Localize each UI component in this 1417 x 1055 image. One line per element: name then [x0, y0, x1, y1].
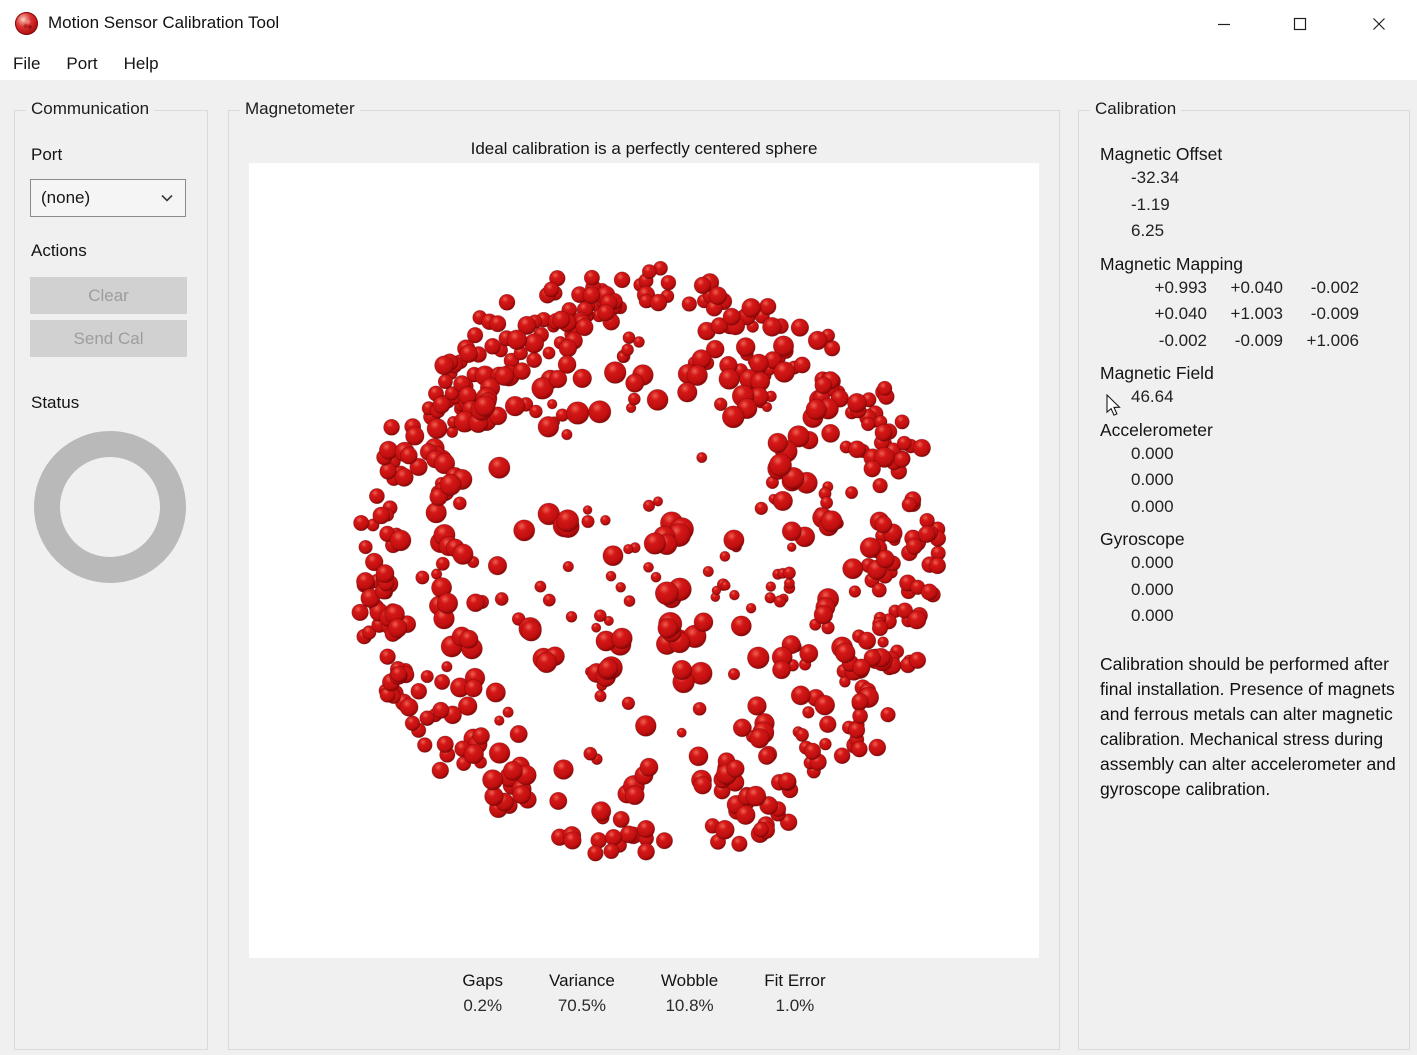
stat-wobble-value: 10.8% — [665, 996, 713, 1016]
accelerometer-y: 0.000 — [1131, 467, 1395, 494]
menu-help[interactable]: Help — [124, 52, 159, 76]
calibration-group: Calibration Magnetic Offset -32.34 -1.19… — [1078, 110, 1410, 1050]
app-icon — [15, 12, 38, 35]
stat-wobble-label: Wobble — [661, 971, 718, 991]
chevron-down-icon — [160, 193, 185, 203]
status-label: Status — [31, 393, 79, 413]
accelerometer-z: 0.000 — [1131, 494, 1395, 521]
sphere-quality-stats: Gaps 0.2% Variance 70.5% Wobble 10.8% Fi… — [249, 971, 1039, 1016]
port-select[interactable]: (none) — [30, 179, 186, 217]
menu-file[interactable]: File — [13, 52, 40, 76]
magnetometer-group: Magnetometer Ideal calibration is a perf… — [228, 110, 1060, 1050]
magnetic-mapping-label: Magnetic Mapping — [1100, 254, 1395, 275]
window-title: Motion Sensor Calibration Tool — [48, 13, 279, 33]
matrix-row: -0.002 -0.009 +1.006 — [1131, 328, 1395, 355]
stat-variance-label: Variance — [549, 971, 615, 991]
communication-group-title: Communication — [26, 99, 154, 119]
accelerometer-x: 0.000 — [1131, 441, 1395, 468]
matrix-cell: -0.009 — [1207, 328, 1283, 355]
matrix-row: +0.040 +1.003 -0.009 — [1131, 301, 1395, 328]
matrix-cell: -0.009 — [1283, 301, 1359, 328]
close-icon — [1371, 16, 1387, 32]
accelerometer-label: Accelerometer — [1100, 420, 1395, 441]
menu-bar: File Port Help — [0, 47, 1417, 80]
magnetic-offset-x: -32.34 — [1131, 165, 1395, 192]
close-button[interactable] — [1366, 11, 1392, 37]
minimize-button[interactable] — [1211, 11, 1237, 37]
matrix-cell: +0.993 — [1131, 275, 1207, 302]
magnetic-field-value: 46.64 — [1131, 384, 1395, 411]
magnetic-offset-y: -1.19 — [1131, 192, 1395, 219]
matrix-row: +0.993 +0.040 -0.002 — [1131, 275, 1395, 302]
port-label: Port — [31, 145, 62, 165]
matrix-cell: +1.006 — [1283, 328, 1359, 355]
calibration-readouts: Magnetic Offset -32.34 -1.19 6.25 Magnet… — [1100, 135, 1395, 802]
stat-fit-error: Fit Error 1.0% — [764, 971, 825, 1016]
menu-port[interactable]: Port — [66, 52, 97, 76]
matrix-cell: -0.002 — [1283, 275, 1359, 302]
stat-wobble: Wobble 10.8% — [661, 971, 718, 1016]
port-select-value: (none) — [31, 188, 160, 208]
magnetic-field-values: 46.64 — [1131, 384, 1395, 411]
magnetic-offset-label: Magnetic Offset — [1100, 144, 1395, 165]
status-ring-indicator — [34, 431, 186, 583]
gyroscope-z: 0.000 — [1131, 603, 1395, 630]
magnetometer-caption: Ideal calibration is a perfectly centere… — [229, 139, 1059, 159]
stat-gaps: Gaps 0.2% — [462, 971, 503, 1016]
matrix-cell: +0.040 — [1131, 301, 1207, 328]
app-window: Motion Sensor Calibration Tool File Port… — [0, 0, 1417, 1055]
matrix-cell: +0.040 — [1207, 275, 1283, 302]
stat-gaps-value: 0.2% — [463, 996, 502, 1016]
title-bar: Motion Sensor Calibration Tool — [0, 0, 1417, 47]
stat-fit-error-label: Fit Error — [764, 971, 825, 991]
accelerometer-values: 0.000 0.000 0.000 — [1131, 441, 1395, 521]
magnetometer-3d-view[interactable] — [249, 163, 1039, 958]
maximize-button[interactable] — [1287, 11, 1313, 37]
matrix-cell: -0.002 — [1131, 328, 1207, 355]
magnetic-mapping-matrix: +0.993 +0.040 -0.002 +0.040 +1.003 -0.00… — [1131, 275, 1395, 355]
gyroscope-x: 0.000 — [1131, 550, 1395, 577]
stat-gaps-label: Gaps — [462, 971, 503, 991]
gyroscope-y: 0.000 — [1131, 577, 1395, 604]
communication-group: Communication Port (none) Actions Clear … — [14, 110, 208, 1050]
stat-variance: Variance 70.5% — [549, 971, 615, 1016]
gyroscope-values: 0.000 0.000 0.000 — [1131, 550, 1395, 630]
magnetic-field-label: Magnetic Field — [1100, 363, 1395, 384]
actions-label: Actions — [31, 241, 87, 261]
gyroscope-label: Gyroscope — [1100, 529, 1395, 550]
send-cal-button[interactable]: Send Cal — [30, 320, 187, 357]
magnetometer-group-title: Magnetometer — [240, 99, 360, 119]
sphere-point-cloud — [249, 163, 1039, 958]
clear-button[interactable]: Clear — [30, 277, 187, 314]
magnetic-offset-z: 6.25 — [1131, 218, 1395, 245]
magnetic-offset-values: -32.34 -1.19 6.25 — [1131, 165, 1395, 245]
calibration-advice-text: Calibration should be performed after fi… — [1100, 652, 1400, 802]
maximize-icon — [1292, 16, 1308, 32]
stat-variance-value: 70.5% — [558, 996, 606, 1016]
stat-fit-error-value: 1.0% — [776, 996, 815, 1016]
calibration-group-title: Calibration — [1090, 99, 1181, 119]
matrix-cell: +1.003 — [1207, 301, 1283, 328]
minimize-icon — [1216, 16, 1232, 32]
